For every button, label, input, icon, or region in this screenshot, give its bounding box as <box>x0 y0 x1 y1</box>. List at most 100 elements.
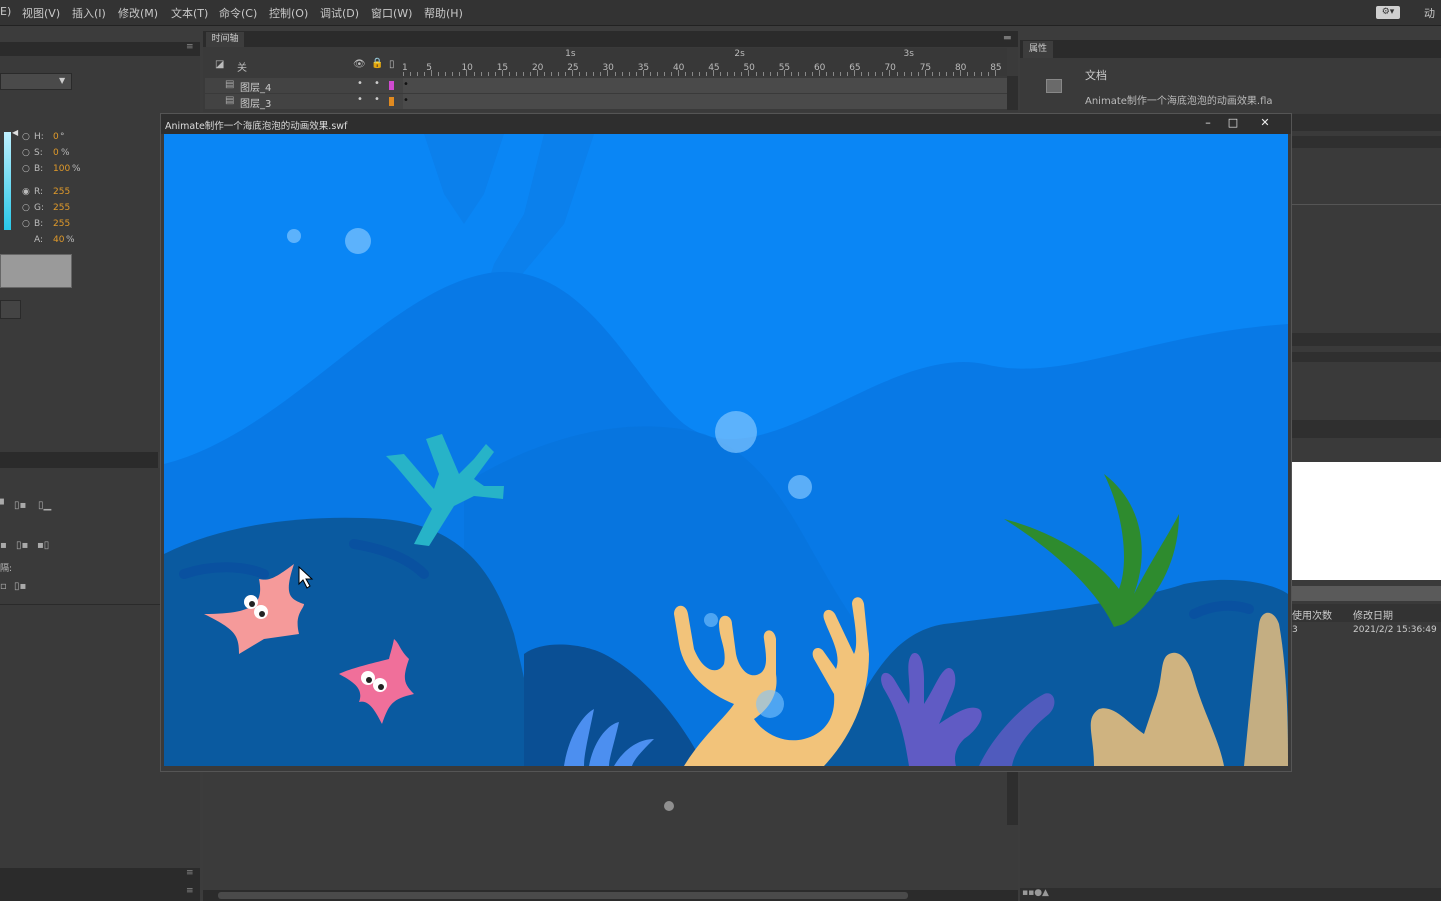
column-date[interactable]: 修改日期 <box>1353 607 1393 622</box>
radio-b[interactable]: ○ <box>22 164 30 174</box>
distribute-right-icon[interactable]: ▪▯ <box>37 540 49 551</box>
lock-dot[interactable]: • <box>374 78 380 89</box>
menu-command[interactable]: 命令(C) <box>219 5 257 21</box>
h-value[interactable]: 0 <box>53 132 59 142</box>
ruler-tick <box>847 72 849 76</box>
g-value[interactable]: 255 <box>53 203 70 213</box>
align-top-icon[interactable]: ▘ <box>0 500 8 511</box>
properties-section-header[interactable] <box>1290 114 1441 131</box>
window-titlebar[interactable]: Animate制作一个海底泡泡的动画效果.swf – □ ✕ <box>161 114 1291 134</box>
radio-s[interactable]: ○ <box>22 148 30 158</box>
menu-bar: E) 视图(V) 插入(I) 修改(M) 文本(T) 命令(C) 控制(O) 调… <box>0 0 1441 26</box>
fill-type-select[interactable]: ▼ <box>0 73 72 90</box>
r-value[interactable]: 255 <box>53 187 70 197</box>
align-bottom-icon[interactable]: ▯▁ <box>38 500 51 511</box>
menu-edit[interactable]: E) <box>0 5 11 18</box>
ruler-tick <box>670 72 672 76</box>
timeline-ruler[interactable]: 1 5 10 15 20 25 30 35 40 45 50 55 60 65 70 75 80 85 1s 2s 3s <box>400 48 1007 76</box>
ruler-tick <box>417 72 419 76</box>
ruler-tick <box>811 72 813 76</box>
menu-debug[interactable]: 调试(D) <box>320 5 359 21</box>
stage-horizontal-scrollbar[interactable] <box>203 890 1018 901</box>
a-unit: % <box>66 235 75 245</box>
keyframe-icon[interactable]: • <box>403 79 409 90</box>
brightness-slider[interactable] <box>4 132 11 230</box>
radio-r[interactable]: ◉ <box>22 187 30 197</box>
library-search[interactable] <box>1290 586 1441 601</box>
menu-control[interactable]: 控制(O) <box>269 5 308 21</box>
distribute-center-icon[interactable]: ▯▪ <box>16 540 28 551</box>
color-swatch-preview <box>0 254 72 288</box>
stage-vertical-scrollbar[interactable] <box>1007 770 1018 825</box>
menu-view[interactable]: 视图(V) <box>22 5 60 21</box>
timeline-scrollbar[interactable] <box>1007 76 1018 110</box>
new-symbol-icon[interactable]: ▪▪●▲ <box>1022 888 1049 898</box>
library-preview <box>1292 462 1441 580</box>
ruler-tick <box>706 72 708 76</box>
outline-icon[interactable]: ▯ <box>389 59 395 70</box>
workspace-switcher[interactable]: 动 <box>1424 5 1435 21</box>
layer-row[interactable]: ▤ 图层_4 • • • <box>205 78 1007 94</box>
radio-g[interactable]: ○ <box>22 203 30 213</box>
ruler-tick <box>967 72 968 76</box>
visibility-dot[interactable]: • <box>357 94 363 105</box>
library-row[interactable]: 3 2021/2/2 15:36:49 <box>1290 624 1441 640</box>
scroll-thumb[interactable] <box>218 892 908 899</box>
panel-menu-icon[interactable]: ▬ <box>1003 33 1012 43</box>
frame-strip[interactable]: • <box>403 94 1007 109</box>
menu-insert[interactable]: 插入(I) <box>72 5 106 21</box>
keyframe-icon[interactable]: • <box>403 95 409 106</box>
eye-icon[interactable]: 👁 <box>353 59 366 70</box>
space-vertical-icon[interactable]: ▫ <box>0 581 7 592</box>
menu-modify[interactable]: 修改(M) <box>118 5 158 21</box>
properties-section-header[interactable] <box>1290 333 1441 346</box>
settings-button[interactable]: ⚙▾ <box>1376 6 1400 19</box>
lock-dot[interactable]: • <box>374 94 380 105</box>
hex-input[interactable] <box>0 300 21 319</box>
menu-window[interactable]: 窗口(W) <box>371 5 412 21</box>
layer-color-swatch[interactable] <box>389 81 394 90</box>
tab-timeline[interactable]: 时间轴 <box>206 32 244 47</box>
a-value[interactable]: 40 <box>53 235 64 245</box>
ruler-tick <box>882 72 884 76</box>
space-horizontal-icon[interactable]: ▯▪ <box>14 581 26 592</box>
file-name: Animate制作一个海底泡泡的动画效果.fla <box>1085 96 1273 107</box>
visibility-dot[interactable]: • <box>357 78 363 89</box>
align-middle-icon[interactable]: ▯▪ <box>14 500 26 511</box>
close-button[interactable]: ✕ <box>1256 116 1274 130</box>
radio-h[interactable]: ○ <box>22 132 30 142</box>
menu-help[interactable]: 帮助(H) <box>424 5 463 21</box>
frame-strip[interactable]: • <box>403 78 1007 93</box>
ruler-tick <box>762 72 764 76</box>
slider-handle-icon[interactable]: ◀ <box>12 128 18 137</box>
blue-label: B: <box>34 219 44 229</box>
ruler-tick <box>776 72 778 76</box>
lock-icon[interactable]: 🔒 <box>371 58 383 69</box>
properties-section-header[interactable] <box>1290 136 1441 148</box>
ruler-tick <box>699 72 701 76</box>
properties-section-header[interactable] <box>1290 352 1441 362</box>
bubble-shape[interactable] <box>664 801 674 811</box>
ruler-tick <box>938 72 940 76</box>
column-uses[interactable]: 使用次数 <box>1292 607 1332 622</box>
radio-blue[interactable]: ○ <box>22 219 30 229</box>
panel-menu-icon[interactable]: ≡ <box>186 868 194 878</box>
s-value[interactable]: 0 <box>53 148 59 158</box>
maximize-button[interactable]: □ <box>1224 116 1242 130</box>
panel-menu-icon[interactable]: ≡ <box>186 42 194 52</box>
animation-stage[interactable] <box>164 134 1288 766</box>
ruler-tick <box>945 72 947 76</box>
distribute-left-icon[interactable]: ▪ <box>0 540 7 551</box>
blue-value[interactable]: 255 <box>53 219 70 229</box>
minimize-button[interactable]: – <box>1199 116 1217 130</box>
layer-name[interactable]: 图层_4 <box>240 79 271 94</box>
b-value[interactable]: 100 <box>53 164 70 174</box>
layer-name[interactable]: 图层_3 <box>240 95 271 110</box>
second-marker: 2s <box>734 49 745 59</box>
spacing-label: 隔: <box>0 564 13 574</box>
layer-row[interactable]: ▤ 图层_3 • • • <box>205 94 1007 110</box>
layer-color-swatch[interactable] <box>389 97 394 106</box>
panel-menu-icon[interactable]: ≡ <box>186 886 194 896</box>
tab-properties[interactable]: 属性 <box>1023 41 1053 58</box>
menu-text[interactable]: 文本(T) <box>171 5 208 21</box>
